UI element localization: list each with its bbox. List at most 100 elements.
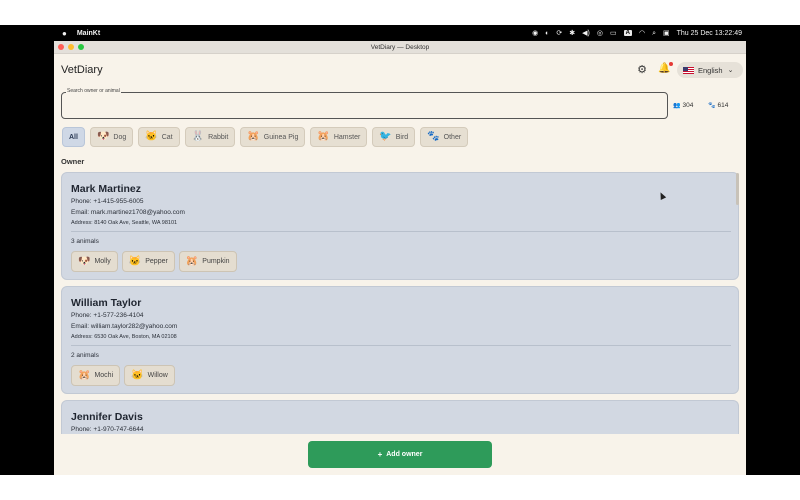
animal-chip-willow[interactable]: 🐱 Willow (124, 365, 175, 386)
sync-icon[interactable]: ⟳ (556, 30, 562, 37)
filter-chip-label: All (69, 133, 78, 141)
animal-chip-pepper[interactable]: 🐱 Pepper (121, 251, 175, 272)
filter-chip-label: Guinea Pig (263, 133, 299, 141)
chevron-down-icon: ⌄ (727, 67, 734, 74)
animal-name: Pumpkin (202, 258, 230, 265)
filter-chip-guinea-pig[interactable]: 🐹 Guinea Pig (240, 127, 306, 147)
filter-chip-dog[interactable]: 🐶 Dog (89, 127, 134, 147)
filter-chip-label: Other (443, 133, 462, 141)
plus-icon: + (377, 450, 383, 459)
filter-chip-cat[interactable]: 🐱 Cat (138, 127, 180, 147)
guinea-pig-icon: 🐹 (185, 255, 199, 267)
language-label: English (698, 65, 723, 75)
notification-badge (669, 62, 673, 66)
animal-chip-list: 🐹 Mochi 🐱 Willow (71, 365, 175, 386)
owner-card[interactable]: Mark Martinez Phone: +1-415-955-6005 Ema… (61, 172, 739, 280)
owner-phone: Phone: +1-970-747-6644 (71, 426, 144, 433)
filter-chip-label: Rabbit (208, 133, 229, 141)
input-source-indicator[interactable]: A (623, 30, 632, 36)
animals-count-value: 614 (717, 102, 729, 109)
paw-icon: 🐾 (708, 103, 716, 109)
hamster-icon: 🐹 (78, 369, 91, 381)
battery-icon[interactable]: ▭ (610, 30, 617, 37)
owner-phone: Phone: +1-415-955-6005 (71, 198, 144, 205)
menu-app-name[interactable]: MainKt (77, 30, 100, 37)
card-divider (71, 231, 731, 232)
animal-chip-list: 🐶 Molly 🐱 Pepper 🐹 Pumpkin (71, 251, 237, 272)
filter-chip-rabbit[interactable]: 🐰 Rabbit (184, 127, 236, 147)
app-window: VetDiary — Desktop VetDiary ⚙ 🔔 English … (54, 41, 746, 475)
filter-chip-bird[interactable]: 🐦 Bird (372, 127, 416, 147)
animal-name: Pepper (145, 258, 168, 265)
animal-chip-molly[interactable]: 🐶 Molly (71, 251, 118, 272)
add-owner-button[interactable]: + Add owner (308, 441, 492, 468)
filter-chip-label: Bird (395, 133, 409, 141)
app-title: VetDiary (61, 64, 103, 76)
animal-chip-pumpkin[interactable]: 🐹 Pumpkin (178, 251, 237, 272)
owner-name: Jennifer Davis (71, 411, 143, 423)
filter-chip-other[interactable]: 🐾 Other (420, 127, 469, 147)
animal-count: 2 animals (71, 352, 99, 359)
owners-count: 👥 304 (673, 102, 693, 109)
owner-card[interactable]: William Taylor Phone: +1-577-236-4104 Em… (61, 286, 739, 394)
paw-icon: 🐾 (427, 131, 440, 142)
owner-address: Address: 8140 Oak Ave, Seattle, WA 98101 (71, 220, 178, 226)
species-filter-bar: All 🐶 Dog 🐱 Cat 🐰 Rabbit 🐹 Guinea Pig 🐹 … (62, 127, 469, 147)
section-heading-owner: Owner (61, 157, 85, 166)
animal-count: 3 animals (71, 238, 99, 245)
bird-icon: 🐦 (379, 131, 392, 142)
window-titlebar: VetDiary — Desktop (54, 41, 746, 54)
volume-icon[interactable]: ◀) (582, 30, 590, 37)
language-selector[interactable]: English ⌄ (677, 62, 743, 78)
menu-status-area: ◉ ◐ ⟳ ✱ ◀) ◎ ▭ A ◠ ⌕ ▣ Thu 25 Dec 13:22:… (532, 30, 742, 37)
cat-icon: 🐱 (145, 131, 158, 142)
dog-icon: 🐶 (78, 255, 91, 267)
guinea-pig-icon: 🐹 (247, 131, 260, 142)
animal-chip-mochi[interactable]: 🐹 Mochi (71, 365, 121, 386)
owner-phone: Phone: +1-577-236-4104 (71, 312, 144, 319)
filter-chip-all[interactable]: All (62, 127, 85, 147)
app-header: VetDiary ⚙ 🔔 English ⌄ (54, 54, 746, 86)
animal-name: Mochi (94, 372, 114, 379)
right-backdrop (746, 41, 800, 475)
owners-count-value: 304 (682, 102, 694, 109)
bluetooth-icon[interactable]: ✱ (569, 30, 575, 37)
rabbit-icon: 🐰 (191, 131, 205, 142)
control-center-icon[interactable]: ▣ (663, 30, 670, 37)
owner-address: Address: 6530 Oak Ave, Boston, MA 02108 (71, 334, 177, 340)
animals-count: 🐾 614 (708, 102, 728, 109)
animal-name: Molly (94, 258, 111, 265)
owner-email: Email: mark.martinez1708@yahoo.com (71, 209, 185, 216)
macos-menu-bar: ● MainKt ◉ ◐ ⟳ ✱ ◀) ◎ ▭ A ◠ ⌕ ▣ Thu 25 D… (0, 25, 800, 41)
cat-icon: 🐱 (131, 369, 144, 381)
record-icon[interactable]: ◉ (532, 30, 538, 37)
search-input[interactable] (61, 92, 668, 119)
settings-gear-icon[interactable]: ⚙ (636, 64, 648, 76)
left-backdrop (0, 41, 54, 475)
menu-datetime[interactable]: Thu 25 Dec 13:22:49 (677, 30, 742, 37)
window-title: VetDiary — Desktop (370, 43, 430, 51)
filter-chip-label: Cat (161, 133, 173, 141)
card-divider (71, 345, 731, 346)
owner-email: Email: william.taylor282@yahoo.com (71, 323, 178, 330)
extension-icon[interactable]: ◐ (545, 30, 549, 37)
apple-menu-icon[interactable]: ● (62, 29, 67, 38)
people-icon: 👥 (673, 103, 681, 109)
dog-icon: 🐶 (96, 131, 110, 142)
owner-name: William Taylor (71, 297, 142, 309)
filter-chip-hamster[interactable]: 🐹 Hamster (310, 127, 368, 147)
us-flag-icon (683, 66, 694, 74)
animal-name: Willow (147, 372, 168, 379)
screen: ● MainKt ◉ ◐ ⟳ ✱ ◀) ◎ ▭ A ◠ ⌕ ▣ Thu 25 D… (0, 0, 800, 500)
wifi-icon[interactable]: ◠ (639, 30, 645, 37)
hamster-icon: 🐹 (317, 131, 330, 142)
list-scrollbar-thumb[interactable] (736, 173, 739, 205)
filter-chip-label: Dog (113, 133, 127, 141)
search-input-label: Search owner or animal (66, 88, 121, 94)
cat-icon: 🐱 (128, 255, 142, 267)
add-owner-label: Add owner (386, 451, 423, 458)
spotlight-search-icon[interactable]: ⌕ (652, 30, 656, 37)
filter-chip-label: Hamster (333, 133, 361, 141)
user-icon[interactable]: ◎ (597, 30, 603, 37)
owner-name: Mark Martinez (71, 183, 142, 195)
